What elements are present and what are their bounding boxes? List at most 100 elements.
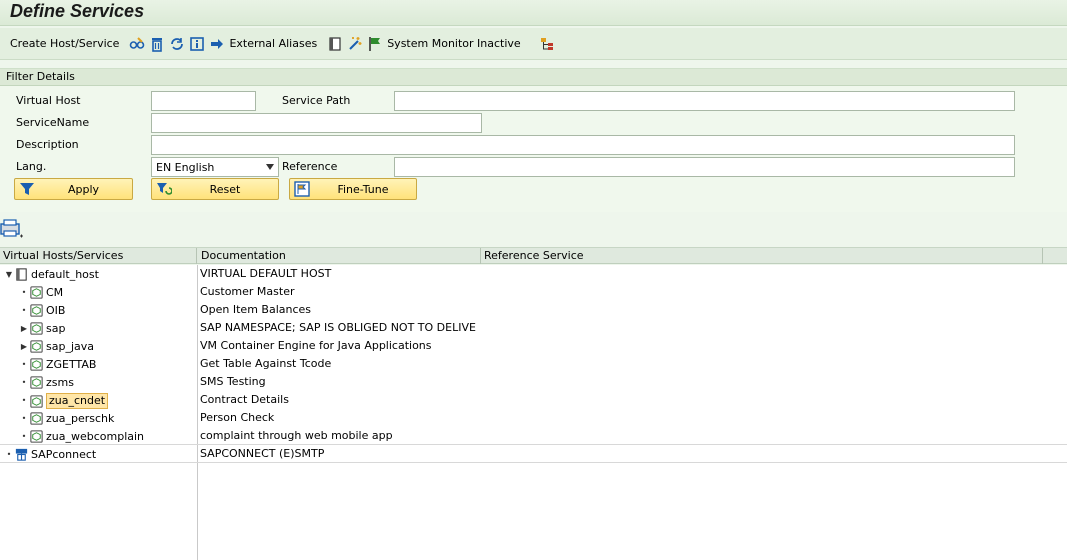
chevron-down-icon: [266, 164, 274, 170]
tree-row-name: default_host: [31, 267, 99, 281]
reference-input[interactable]: [394, 157, 1015, 177]
application-toolbar: Create Host/Service External Aliases Sys…: [0, 28, 1067, 60]
reset-button-label: Reset: [209, 182, 241, 196]
title-bar: Define Services: [0, 0, 1067, 26]
tree-row-name: sap_java: [46, 339, 95, 353]
leaf-bullet-icon: •: [21, 377, 27, 387]
virtual-host-input[interactable]: [151, 91, 256, 111]
print-button[interactable]: [0, 218, 24, 242]
service-path-label: Service Path: [282, 94, 351, 107]
service-cube-icon: [30, 286, 43, 299]
tree-row-doc: SMS Testing: [200, 375, 266, 388]
virtual-host-label: Virtual Host: [16, 94, 81, 107]
service-cube-icon: [30, 394, 43, 408]
collapsed-arrow-icon[interactable]: ▶: [19, 340, 29, 354]
column-header-documentation[interactable]: Documentation: [201, 249, 286, 263]
service-cube-icon: [30, 412, 43, 425]
create-host-service-button[interactable]: Create Host/Service: [10, 37, 119, 50]
reset-button[interactable]: Reset: [151, 178, 279, 200]
tree-row-name: zua_webcomplain: [46, 429, 145, 443]
reference-label: Reference: [282, 160, 338, 173]
service-cube-icon: [30, 376, 43, 389]
tree-row[interactable]: • zsms SMS Testing: [0, 373, 1067, 391]
filter-header: Filter Details: [0, 69, 1067, 86]
external-aliases-button[interactable]: External Aliases: [229, 37, 317, 50]
delete-trash-icon[interactable]: [149, 36, 165, 52]
tree-row-name: ZGETTAB: [46, 357, 97, 371]
tree-row[interactable]: • ZGETTAB Get Table Against Tcode: [0, 355, 1067, 373]
service-cube-icon: [30, 430, 43, 443]
tree-row-doc: VIRTUAL DEFAULT HOST: [200, 267, 332, 280]
flag-icon: [367, 36, 383, 52]
tree-row[interactable]: • zua_webcomplain complaint through web …: [0, 427, 1067, 445]
arrow-right-icon: [209, 36, 225, 52]
sapconnect-icon: [15, 448, 28, 461]
expanded-arrow-icon[interactable]: ▼: [4, 268, 14, 282]
tree-row-doc: complaint through web mobile app: [200, 429, 393, 442]
tree-row[interactable]: • CM Customer Master: [0, 283, 1067, 301]
printer-icon: [0, 219, 23, 238]
tree-row-doc: Person Check: [200, 411, 275, 424]
hierarchy-icon[interactable]: [539, 36, 555, 52]
column-header-hosts[interactable]: Virtual Hosts/Services: [3, 249, 123, 263]
tree-row-name: SAPconnect: [31, 447, 97, 461]
tree-row[interactable]: ▶ sap_java VM Container Engine for Java …: [0, 337, 1067, 355]
tree-row-doc: Customer Master: [200, 285, 295, 298]
tree-row-doc: Contract Details: [200, 393, 289, 406]
tree-row-name: zua_perschk: [46, 411, 115, 425]
fine-tune-icon: [294, 181, 310, 197]
tree-header: Virtual Hosts/Services Documentation Ref…: [0, 247, 1067, 264]
fine-tune-button-label: Fine-Tune: [337, 182, 389, 196]
apply-button-label: Apply: [67, 182, 100, 196]
description-input[interactable]: [151, 135, 1015, 155]
tree-row-selected[interactable]: • zua_cndet Contract Details: [0, 391, 1067, 409]
tree-row-name: sap: [46, 321, 66, 335]
tree-row-name: zua_cndet: [46, 393, 109, 409]
magic-wand-icon[interactable]: [347, 36, 363, 52]
fine-tune-button[interactable]: Fine-Tune: [289, 178, 417, 200]
page-icon[interactable]: [327, 36, 343, 52]
collapsed-arrow-icon[interactable]: ▶: [19, 322, 29, 336]
tree-row-doc: SAP NAMESPACE; SAP IS OBLIGED NOT TO DEL…: [200, 321, 476, 334]
page-title: Define Services: [10, 1, 145, 21]
column-header-reference-service[interactable]: Reference Service: [484, 249, 584, 263]
tree-row[interactable]: ▼ default_host VIRTUAL DEFAULT HOST: [0, 265, 1067, 283]
service-name-input[interactable]: [151, 113, 482, 133]
service-path-input[interactable]: [394, 91, 1015, 111]
service-cube-icon: [30, 340, 43, 353]
tree-row[interactable]: • zua_perschk Person Check: [0, 409, 1067, 427]
tree-row-doc: Get Table Against Tcode: [200, 357, 332, 370]
service-name-label: ServiceName: [16, 116, 90, 129]
leaf-bullet-icon: •: [21, 413, 27, 423]
leaf-bullet-icon: •: [6, 449, 12, 459]
lang-select-value: EN English: [156, 161, 215, 174]
host-page-icon: [16, 268, 27, 281]
tree-row-name: CM: [46, 285, 64, 299]
system-monitor-button[interactable]: System Monitor Inactive: [387, 37, 520, 50]
leaf-bullet-icon: •: [21, 431, 27, 441]
leaf-bullet-icon: •: [21, 305, 27, 315]
lang-select[interactable]: EN English: [151, 157, 279, 177]
leaf-bullet-icon: •: [21, 359, 27, 369]
leaf-bullet-icon: •: [21, 287, 27, 297]
service-cube-icon: [30, 304, 43, 317]
reset-filter-icon: [157, 183, 172, 195]
tree-row-doc: SAPCONNECT (E)SMTP: [200, 447, 325, 460]
tree-row-doc: Open Item Balances: [200, 303, 312, 316]
service-tree: ▼ default_host VIRTUAL DEFAULT HOST • CM…: [0, 265, 1067, 560]
description-label: Description: [16, 138, 79, 151]
refresh-icon[interactable]: [169, 36, 185, 52]
tree-row[interactable]: • SAPconnect SAPCONNECT (E)SMTP: [0, 445, 1067, 463]
tree-row-name: zsms: [46, 375, 74, 389]
filter-panel: Filter Details Virtual Host Service Path…: [0, 68, 1067, 212]
info-icon[interactable]: [189, 36, 205, 52]
service-cube-icon: [30, 322, 43, 335]
service-cube-icon: [30, 358, 43, 371]
change-glasses-icon[interactable]: [129, 36, 145, 52]
leaf-bullet-icon: •: [21, 396, 27, 405]
tree-row-doc: VM Container Engine for Java Application…: [200, 339, 432, 352]
tree-row[interactable]: • OIB Open Item Balances: [0, 301, 1067, 319]
lang-label: Lang.: [16, 160, 47, 173]
tree-row[interactable]: ▶ sap SAP NAMESPACE; SAP IS OBLIGED NOT …: [0, 319, 1067, 337]
apply-button[interactable]: Apply: [14, 178, 133, 200]
